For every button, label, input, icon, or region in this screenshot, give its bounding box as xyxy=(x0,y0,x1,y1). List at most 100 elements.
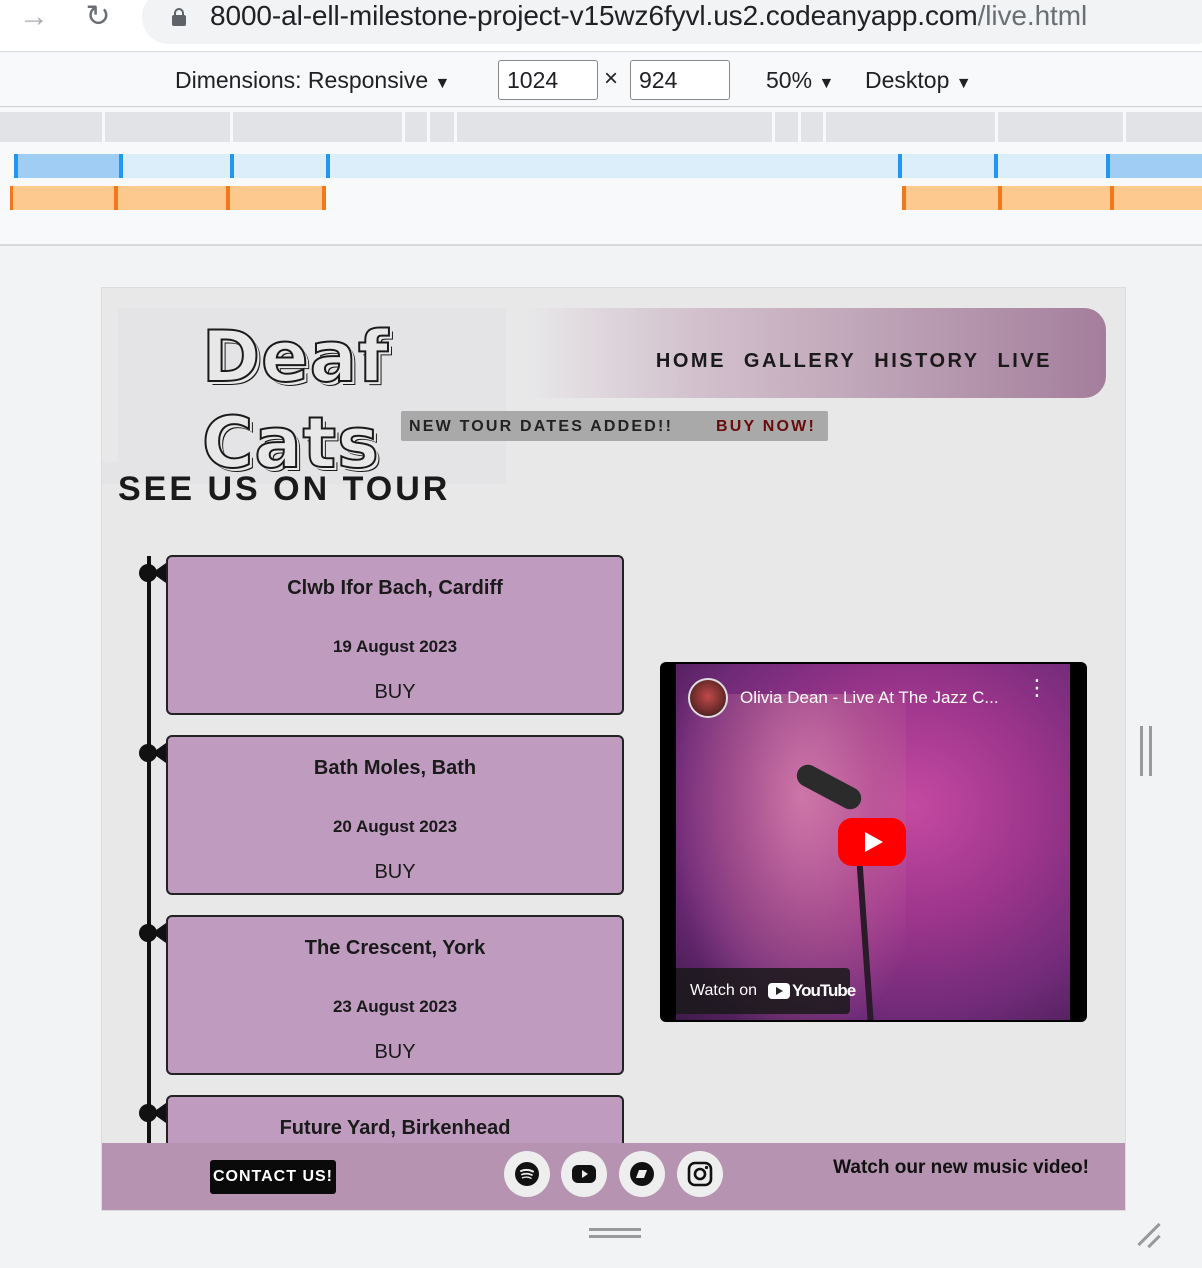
url-path: /live.html xyxy=(977,0,1088,31)
device-label: Desktop xyxy=(865,67,950,93)
ruler-bar xyxy=(0,112,1202,142)
spotify-icon[interactable] xyxy=(504,1151,550,1197)
ruler-tick xyxy=(798,112,801,142)
video-embed[interactable]: Olivia Dean - Live At The Jazz C... ⋮ Wa… xyxy=(660,662,1087,1022)
channel-avatar[interactable] xyxy=(688,678,728,718)
breakpoint-marker xyxy=(1110,186,1114,210)
breakpoint-marker xyxy=(322,186,326,210)
width-input[interactable]: 1024 xyxy=(498,60,598,100)
max-width-segment[interactable] xyxy=(14,154,122,178)
breakpoint-marker xyxy=(226,186,230,210)
tour-card: The Crescent, York 23 August 2023 BUY xyxy=(166,915,624,1075)
height-input[interactable]: 924 xyxy=(630,60,730,100)
ruler-tick xyxy=(230,112,233,142)
arrow-right-icon[interactable]: → xyxy=(18,2,50,34)
breakpoint-marker xyxy=(898,154,902,178)
breakpoint-marker xyxy=(994,154,998,178)
timeline-arrow xyxy=(152,1103,166,1123)
chevron-down-icon: ▼ xyxy=(434,75,451,92)
breakpoint-marker xyxy=(14,154,18,178)
bandcamp-icon[interactable] xyxy=(619,1151,665,1197)
ruler-tick xyxy=(402,112,405,142)
tour-date: 19 August 2023 xyxy=(332,637,458,656)
media-query-bars xyxy=(0,108,1202,246)
zoom-dropdown[interactable]: 50% ▼ xyxy=(766,67,834,94)
timeline-arrow xyxy=(152,923,166,943)
browser-address-bar: → ↻ 8000-al-ell-milestone-project-v15wz6… xyxy=(0,0,1202,52)
tour-card: Bath Moles, Bath 20 August 2023 BUY xyxy=(166,735,624,895)
contact-button[interactable]: CONTACT US! xyxy=(210,1160,336,1194)
tour-buy-link[interactable]: BUY xyxy=(168,681,622,704)
url-host: 8000-al-ell-milestone-project-v15wz6fyvl… xyxy=(210,0,978,31)
min-width-bar-right[interactable] xyxy=(902,186,1202,210)
watch-on-label: Watch on xyxy=(690,982,757,999)
nav-home[interactable]: HOME xyxy=(656,350,726,373)
nav-history[interactable]: HISTORY xyxy=(874,350,979,373)
min-width-bar-left[interactable] xyxy=(10,186,326,210)
breakpoint-marker xyxy=(1106,154,1110,178)
tour-venue: Clwb Ifor Bach, Cardiff xyxy=(287,577,503,599)
timeline-line xyxy=(147,556,151,1196)
tour-buy-link[interactable]: BUY xyxy=(168,1041,622,1064)
device-toolbar: Dimensions: Responsive ▼ 1024 × 924 50% … xyxy=(0,53,1202,107)
zoom-label: 50% xyxy=(766,67,813,93)
resize-handle-right[interactable] xyxy=(1140,726,1152,776)
play-button[interactable] xyxy=(838,818,906,866)
nav-gallery[interactable]: GALLERY xyxy=(744,350,856,373)
video-frame[interactable]: Olivia Dean - Live At The Jazz C... ⋮ Wa… xyxy=(676,664,1070,1020)
logo[interactable]: Deaf Cats xyxy=(201,314,389,486)
youtube-logo-icon xyxy=(768,983,790,999)
ruler-tick xyxy=(102,112,105,142)
device-dropdown[interactable]: Desktop ▼ xyxy=(865,67,972,94)
tour-card: Clwb Ifor Bach, Cardiff 19 August 2023 B… xyxy=(166,555,624,715)
banner-text: NEW TOUR DATES ADDED!! xyxy=(409,418,674,435)
chevron-down-icon: ▼ xyxy=(955,75,972,92)
lock-icon[interactable] xyxy=(172,8,186,26)
banner-buy-link[interactable]: BUY NOW! xyxy=(716,418,816,436)
ruler-tick xyxy=(823,112,826,142)
breakpoint-marker xyxy=(230,154,234,178)
tour-buy-link[interactable]: BUY xyxy=(168,861,622,884)
tour-venue: The Crescent, York xyxy=(304,937,486,959)
navbar: HOME GALLERY HISTORY LIVE xyxy=(526,308,1106,398)
reload-icon[interactable]: ↻ xyxy=(82,2,114,34)
tour-date: 23 August 2023 xyxy=(332,997,458,1016)
nav-live[interactable]: LIVE xyxy=(998,350,1052,373)
tour-banner: NEW TOUR DATES ADDED!! BUY NOW! xyxy=(401,411,828,441)
url-text[interactable]: 8000-al-ell-milestone-project-v15wz6fyvl… xyxy=(210,0,1087,32)
breakpoint-marker xyxy=(119,154,123,178)
bandcamp-glyph xyxy=(630,1162,654,1186)
breakpoint-marker xyxy=(114,186,118,210)
ruler-tick xyxy=(772,112,775,142)
youtube-icon[interactable] xyxy=(561,1151,607,1197)
youtube-play-triangle xyxy=(582,1170,588,1178)
dimensions-label: Dimensions: Responsive xyxy=(175,67,429,93)
instagram-icon[interactable] xyxy=(677,1151,723,1197)
logo-line2: Cats xyxy=(201,401,380,485)
spotify-glyph xyxy=(515,1162,539,1186)
footer: CONTACT US! Watch our new music video! xyxy=(102,1143,1125,1210)
tour-venue: Future Yard, Birkenhead xyxy=(279,1117,511,1139)
video-title[interactable]: Olivia Dean - Live At The Jazz C... xyxy=(740,688,999,708)
website-viewport: SEE US ON TOUR Deaf Cats HOME GALLERY HI… xyxy=(101,287,1126,1211)
resize-handle-corner[interactable] xyxy=(1134,1222,1160,1248)
tour-date: 20 August 2023 xyxy=(332,817,458,836)
watch-on-youtube-button[interactable]: Watch on YouTube xyxy=(676,968,856,1014)
bandcamp-shape xyxy=(636,1170,647,1178)
breakpoint-marker xyxy=(326,154,330,178)
breakpoint-marker xyxy=(998,186,1002,210)
ruler-tick xyxy=(427,112,430,142)
more-options-icon[interactable]: ⋮ xyxy=(1026,677,1048,710)
tour-venue: Bath Moles, Bath xyxy=(313,757,477,779)
dimensions-dropdown[interactable]: Dimensions: Responsive ▼ xyxy=(175,67,450,94)
resize-handle-bottom[interactable] xyxy=(589,1228,641,1238)
new-video-link[interactable]: Watch our new music video! xyxy=(833,1157,1089,1179)
max-width-segment[interactable] xyxy=(1106,154,1202,178)
ruler-tick xyxy=(454,112,457,142)
max-width-bar[interactable] xyxy=(14,154,1202,178)
timeline-arrow xyxy=(152,743,166,763)
ruler-tick xyxy=(995,112,998,142)
times-symbol: × xyxy=(604,65,619,92)
instagram-glyph xyxy=(687,1161,713,1187)
chevron-down-icon: ▼ xyxy=(818,75,835,92)
